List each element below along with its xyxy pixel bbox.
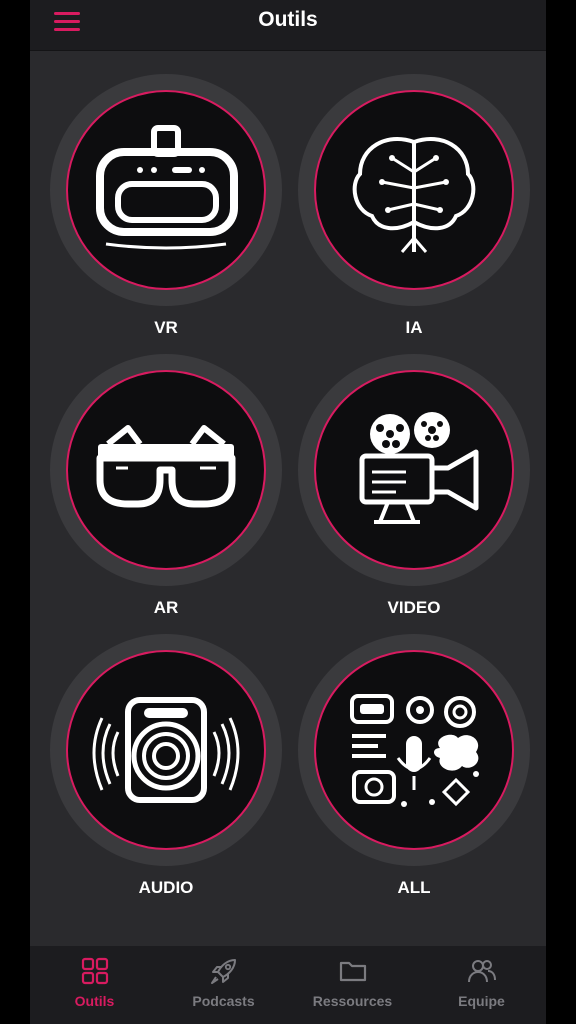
- grid-icon: [81, 957, 109, 985]
- tile-image: [314, 370, 514, 570]
- tab-podcasts[interactable]: Podcasts: [159, 946, 288, 1024]
- tile-vr[interactable]: VR: [50, 74, 282, 346]
- app-screen: Outils VR IA AR VIDEO AUDIO ALL Outils P…: [30, 0, 546, 1024]
- tile-label: ALL: [397, 878, 431, 897]
- tile-label: IA: [405, 318, 423, 337]
- tile-image: [66, 370, 266, 570]
- vr-headset-icon: [96, 125, 238, 250]
- tile-label: VR: [154, 318, 178, 337]
- speaker-icon: [92, 697, 240, 803]
- page-title: Outils: [258, 8, 318, 31]
- rocket-icon: [211, 959, 236, 984]
- folder-icon: [339, 961, 367, 982]
- tile-all[interactable]: ALL: [298, 634, 530, 906]
- tab-label: Equipe: [458, 993, 505, 1009]
- tile-audio[interactable]: AUDIO: [50, 634, 282, 906]
- tab-label: Ressources: [312, 993, 393, 1009]
- tab-outils[interactable]: Outils: [30, 946, 159, 1024]
- tile-label: VIDEO: [387, 598, 441, 617]
- tab-equipe[interactable]: Equipe: [417, 946, 546, 1024]
- tile-image: [66, 90, 266, 290]
- tile-video[interactable]: VIDEO: [298, 354, 530, 626]
- brain-circuit-icon: [352, 136, 476, 253]
- tile-image: [314, 90, 514, 290]
- tile-label: AR: [153, 598, 179, 617]
- tab-label: Podcasts: [192, 993, 255, 1009]
- tile-label: AUDIO: [138, 878, 194, 897]
- tile-ia[interactable]: IA: [298, 74, 530, 346]
- users-icon: [468, 960, 496, 983]
- film-camera-icon: [359, 412, 479, 524]
- tile-image: [314, 650, 514, 850]
- tile-image: [66, 650, 266, 850]
- top-bar: Outils: [30, 0, 546, 51]
- ar-glasses-icon: [96, 425, 236, 508]
- tab-label: Outils: [74, 993, 115, 1009]
- tile-ar[interactable]: AR: [50, 354, 282, 626]
- bottom-tab-bar: Outils Podcasts Ressources Equipe: [30, 946, 546, 1024]
- tab-ressources[interactable]: Ressources: [288, 946, 417, 1024]
- all-tools-collage-icon: [350, 694, 479, 807]
